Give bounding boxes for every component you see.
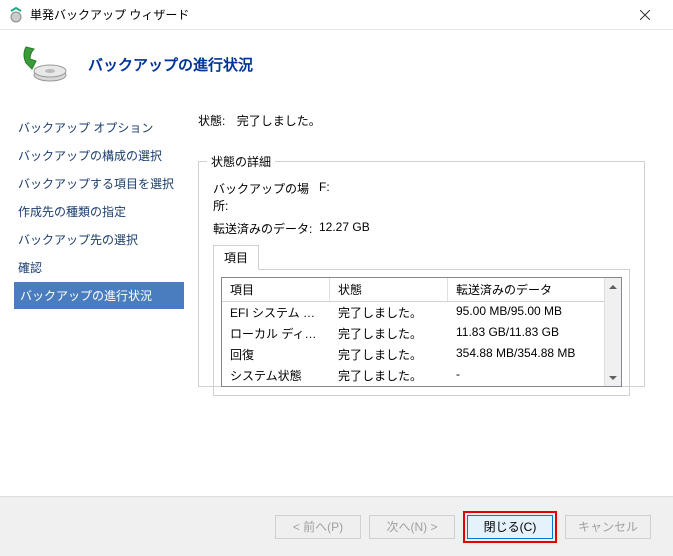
- cell-transferred: 354.88 MB/354.88 MB: [448, 345, 621, 364]
- table-row[interactable]: システム状態 完了しました。 -: [222, 365, 621, 386]
- prev-button: < 前へ(P): [275, 515, 361, 539]
- backup-location-value: F:: [319, 180, 330, 214]
- backup-location-row: バックアップの場所: F:: [213, 180, 630, 214]
- cell-item: 回復: [222, 345, 330, 364]
- status-line: 状態: 完了しました。: [198, 112, 645, 129]
- wizard-footer: < 前へ(P) 次へ(N) > 閉じる(C) キャンセル: [0, 496, 673, 556]
- cell-item: ローカル ディスク ...: [222, 324, 330, 343]
- cell-state: 完了しました。: [330, 303, 448, 322]
- scroll-up-button[interactable]: [605, 278, 621, 295]
- table-body: EFI システム パー... 完了しました。 95.00 MB/95.00 MB…: [222, 302, 621, 387]
- transferred-row: 転送済みのデータ: 12.27 GB: [213, 220, 630, 237]
- close-button[interactable]: 閉じる(C): [467, 515, 553, 539]
- cell-state: 完了しました。: [330, 366, 448, 385]
- titlebar: 単発バックアップ ウィザード: [0, 0, 673, 30]
- sidebar-item-options[interactable]: バックアップ オプション: [14, 114, 184, 141]
- cell-transferred: -: [448, 366, 621, 385]
- wizard-steps-sidebar: バックアップ オプション バックアップの構成の選択 バックアップする項目を選択 …: [0, 106, 184, 486]
- tab-strip: 項目: [213, 245, 630, 270]
- close-highlight: 閉じる(C): [463, 511, 557, 543]
- cell-item: EFI システム パー...: [222, 303, 330, 322]
- col-state[interactable]: 状態: [330, 278, 448, 301]
- page-title: バックアップの進行状況: [88, 54, 253, 75]
- table-row[interactable]: EFI システム パー... 完了しました。 95.00 MB/95.00 MB: [222, 302, 621, 323]
- window-close-button[interactable]: [625, 0, 665, 29]
- window-title: 単発バックアップ ウィザード: [30, 6, 625, 23]
- transferred-value: 12.27 GB: [319, 220, 370, 237]
- scroll-down-button[interactable]: [605, 369, 621, 386]
- cell-state: 完了しました。: [330, 345, 448, 364]
- table-row[interactable]: ローカル ディスク ... 完了しました。 11.83 GB/11.83 GB: [222, 323, 621, 344]
- scroll-track[interactable]: [605, 295, 621, 369]
- cell-item: システム状態: [222, 366, 330, 385]
- status-details-group: 状態の詳細 バックアップの場所: F: 転送済みのデータ: 12.27 GB 項…: [198, 153, 645, 387]
- sidebar-item-config[interactable]: バックアップの構成の選択: [14, 142, 184, 169]
- content-area: バックアップ オプション バックアップの構成の選択 バックアップする項目を選択 …: [0, 106, 673, 486]
- sidebar-item-select-items[interactable]: バックアップする項目を選択: [14, 170, 184, 197]
- items-table-container: 項目 状態 転送済みのデータ EFI システム パー... 完了しました。 95…: [213, 270, 630, 396]
- table-row[interactable]: ベア メタル回復 完了しました。 -: [222, 386, 621, 387]
- sidebar-item-progress[interactable]: バックアップの進行状況: [14, 282, 184, 309]
- backup-icon: [20, 43, 68, 85]
- app-icon: [8, 7, 24, 23]
- col-transferred[interactable]: 転送済みのデータ: [448, 278, 621, 301]
- sidebar-item-confirm[interactable]: 確認: [14, 254, 184, 281]
- next-button: 次へ(N) >: [369, 515, 455, 539]
- cell-transferred: 11.83 GB/11.83 GB: [448, 324, 621, 343]
- status-label: 状態:: [198, 112, 225, 129]
- tab-items[interactable]: 項目: [213, 245, 259, 270]
- cancel-button: キャンセル: [565, 515, 651, 539]
- status-details-legend: 状態の詳細: [207, 153, 275, 170]
- sidebar-item-dest-select[interactable]: バックアップ先の選択: [14, 226, 184, 253]
- main-panel: 状態: 完了しました。 状態の詳細 バックアップの場所: F: 転送済みのデータ…: [184, 106, 673, 486]
- col-item[interactable]: 項目: [222, 278, 330, 301]
- transferred-label: 転送済みのデータ:: [213, 220, 319, 237]
- wizard-header: バックアップの進行状況: [0, 30, 673, 106]
- status-value: 完了しました。: [237, 114, 321, 128]
- sidebar-item-dest-type[interactable]: 作成先の種類の指定: [14, 198, 184, 225]
- cell-state: 完了しました。: [330, 324, 448, 343]
- cell-transferred: 95.00 MB/95.00 MB: [448, 303, 621, 322]
- vertical-scrollbar[interactable]: [604, 278, 621, 386]
- table-header: 項目 状態 転送済みのデータ: [222, 278, 621, 302]
- table-row[interactable]: 回復 完了しました。 354.88 MB/354.88 MB: [222, 344, 621, 365]
- backup-location-label: バックアップの場所:: [213, 180, 319, 214]
